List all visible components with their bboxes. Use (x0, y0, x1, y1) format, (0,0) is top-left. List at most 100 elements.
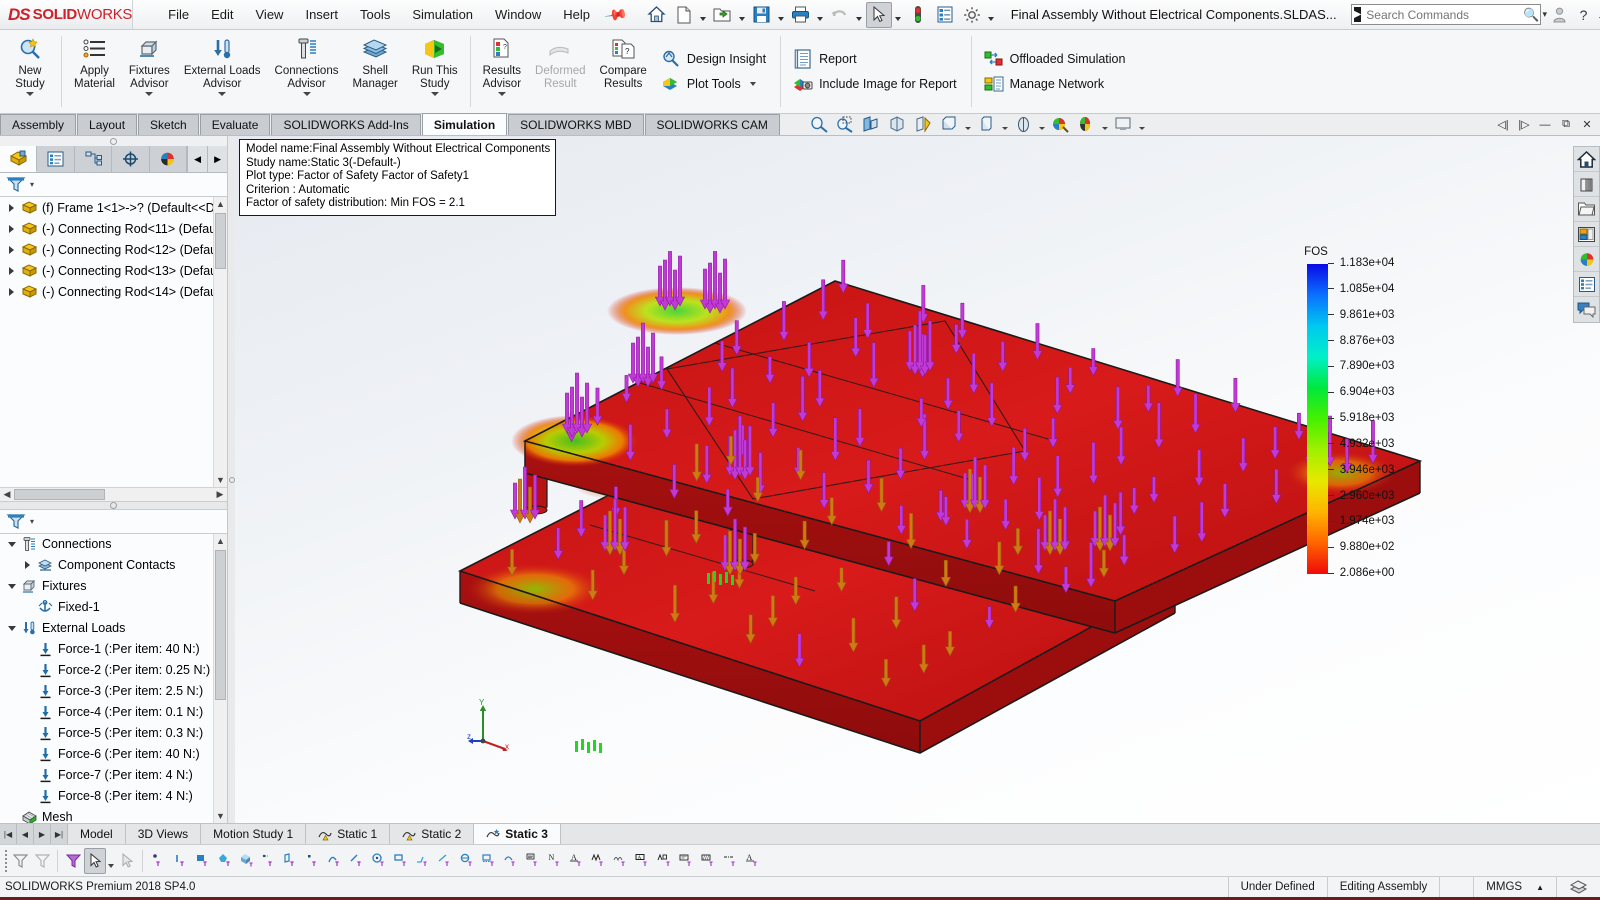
scroll-down-arrow[interactable]: ▼ (214, 473, 228, 487)
external-loads-advisor-button[interactable]: External Loads Advisor (177, 30, 268, 113)
line-icon[interactable] (169, 848, 191, 874)
select-arrow-icon[interactable] (84, 847, 106, 874)
next-tab-button[interactable]: ▶ (34, 824, 51, 844)
prev-tab-button[interactable]: ◀ (17, 824, 34, 844)
graphics-viewport[interactable]: Model name:Final Assembly Without Electr… (235, 136, 1600, 823)
design-insight-button[interactable]: Design Insight (657, 47, 772, 72)
section-view-icon[interactable] (859, 114, 884, 135)
menu-simulation[interactable]: Simulation (401, 3, 484, 26)
plot-tools-button[interactable]: Plot Tools (657, 72, 772, 97)
home-icon[interactable] (644, 2, 670, 28)
tree-item-connecting-rod-13[interactable]: (-) Connecting Rod<13> (Defau (0, 260, 227, 281)
tree-item-force-3-per-item-2-5-n[interactable]: Force-3 (:Per item: 2.5 N:) (0, 681, 227, 702)
fixtures-advisor-caret[interactable] (145, 92, 154, 96)
help-icon[interactable]: ? (1573, 4, 1595, 26)
select-filter-icon[interactable] (62, 848, 84, 874)
open-folder-icon[interactable] (710, 2, 736, 28)
scroll-thumb[interactable] (215, 549, 226, 700)
display-manager-tab[interactable] (149, 146, 188, 172)
apply-material-button[interactable]: Apply Material (67, 30, 122, 113)
datum-icon[interactable]: A (631, 848, 653, 874)
scroll-down-arrow[interactable]: ▼ (214, 809, 228, 823)
configuration-manager-tab[interactable] (74, 146, 113, 172)
gear-icon[interactable] (959, 2, 985, 28)
area-hatch-icon[interactable] (697, 848, 719, 874)
menu-view[interactable]: View (245, 3, 295, 26)
expand-arrow-icon[interactable] (4, 225, 19, 233)
tab-solidworks-addins[interactable]: SOLIDWORKS Add-Ins (271, 114, 421, 135)
menu-file[interactable]: File (157, 3, 200, 26)
pattern-icon[interactable] (499, 848, 521, 874)
cube-icon[interactable] (235, 848, 257, 874)
ellipse-icon[interactable] (367, 848, 389, 874)
rotate-view-icon[interactable] (911, 114, 936, 135)
revision-cloud-icon[interactable]: A (741, 848, 763, 874)
spline-icon[interactable] (323, 848, 345, 874)
results-advisor-caret[interactable] (497, 92, 506, 96)
tab-simulation[interactable]: Simulation (421, 113, 508, 135)
tab-solidworks-cam[interactable]: SOLIDWORKS CAM (644, 114, 780, 135)
expand-arrow-icon[interactable] (4, 267, 19, 275)
connections-advisor-caret[interactable] (302, 92, 311, 96)
tree-item-force-2-per-item-0-25-n[interactable]: Force-2 (:Per item: 0.25 N:) (0, 660, 227, 681)
filter-dropdown-caret[interactable]: ▾ (30, 180, 34, 189)
compare-results-button[interactable]: ? Compare Results (593, 30, 654, 113)
doc-tab-3d-views[interactable]: 3D Views (126, 824, 202, 844)
tree-item-force-7-per-item-4-n[interactable]: Force-7 (:Per item: 4 N:) (0, 765, 227, 786)
display-style-caret[interactable] (963, 114, 973, 135)
help-dropdown[interactable] (1597, 2, 1600, 28)
trim-icon[interactable] (433, 848, 455, 874)
doc-tab-static-1[interactable]: Static 1 (306, 824, 391, 844)
scroll-thumb-h[interactable] (14, 488, 105, 500)
scroll-up-arrow[interactable]: ▲ (214, 197, 228, 211)
tree-item-connecting-rod-11[interactable]: (-) Connecting Rod<11> (Defau (0, 218, 227, 239)
tree-item-force-8-per-item-4-n[interactable]: Force-8 (:Per item: 4 N:) (0, 786, 227, 807)
search-icon[interactable]: 🔍 (1523, 7, 1539, 23)
display-style-icon[interactable] (937, 114, 962, 135)
next-document-button[interactable]: |▷ (1515, 116, 1533, 133)
view-settings-caret[interactable] (1100, 114, 1110, 135)
doc-tab-static-2[interactable]: Static 2 (390, 824, 475, 844)
arc-icon[interactable] (345, 848, 367, 874)
tree-item-connecting-rod-12[interactable]: (-) Connecting Rod<12> (Defau (0, 239, 227, 260)
first-tab-button[interactable]: |◀ (0, 824, 17, 844)
new-study-button[interactable]: New Study (4, 30, 56, 113)
report-button[interactable]: Report (789, 47, 963, 72)
save-dropdown[interactable] (776, 2, 787, 28)
toolbar-drag-handle[interactable] (2, 848, 9, 874)
fixtures-advisor-button[interactable]: Fixtures Advisor (122, 30, 177, 113)
scroll-right-arrow[interactable]: ▶ (213, 489, 227, 500)
fillet-icon[interactable] (389, 848, 411, 874)
offloaded-simulation-button[interactable]: Offloaded Simulation (980, 47, 1132, 72)
panel-top-grip[interactable] (0, 136, 227, 146)
design-library-icon[interactable] (1574, 197, 1599, 222)
custom-properties-icon[interactable] (1574, 272, 1599, 297)
mirror-icon[interactable] (477, 848, 499, 874)
assembly-tree-hscrollbar[interactable]: ◀ ▶ (0, 486, 227, 501)
tree-item-force-4-per-item-0-1-n[interactable]: Force-4 (:Per item: 0.1 N:) (0, 702, 227, 723)
menu-window[interactable]: Window (484, 3, 552, 26)
left-panel-splitter[interactable] (228, 136, 235, 823)
gear-dropdown[interactable] (986, 2, 997, 28)
hide-show-caret[interactable] (1000, 114, 1010, 135)
appearances-library-icon[interactable] (1574, 172, 1599, 197)
doc-tab-model[interactable]: Model (68, 824, 126, 844)
dimension-icon[interactable] (521, 848, 543, 874)
hide-show-icon[interactable] (974, 114, 999, 135)
point-marker-icon[interactable] (301, 848, 323, 874)
external-loads-advisor-caret[interactable] (218, 92, 227, 96)
dimxpert-manager-tab[interactable] (112, 146, 150, 172)
edit-appearance-icon[interactable] (1011, 114, 1036, 135)
block-icon[interactable] (653, 848, 675, 874)
simulation-tree-vscrollbar[interactable]: ▲ ▼ (213, 533, 228, 823)
tree-item-component-contacts[interactable]: Component Contacts (0, 555, 227, 576)
close-document-button[interactable]: ✕ (1578, 116, 1596, 133)
select-dropdown[interactable] (893, 2, 904, 28)
simulation-study-tree[interactable]: Connections Component Contacts Fixtures Fix… (0, 533, 228, 823)
offset-icon[interactable] (455, 848, 477, 874)
save-icon[interactable] (749, 2, 775, 28)
centerline-icon[interactable] (719, 848, 741, 874)
expand-arrow-icon[interactable] (4, 542, 19, 547)
tree-item-fixtures[interactable]: Fixtures (0, 576, 227, 597)
plot-tools-caret[interactable] (749, 82, 756, 86)
